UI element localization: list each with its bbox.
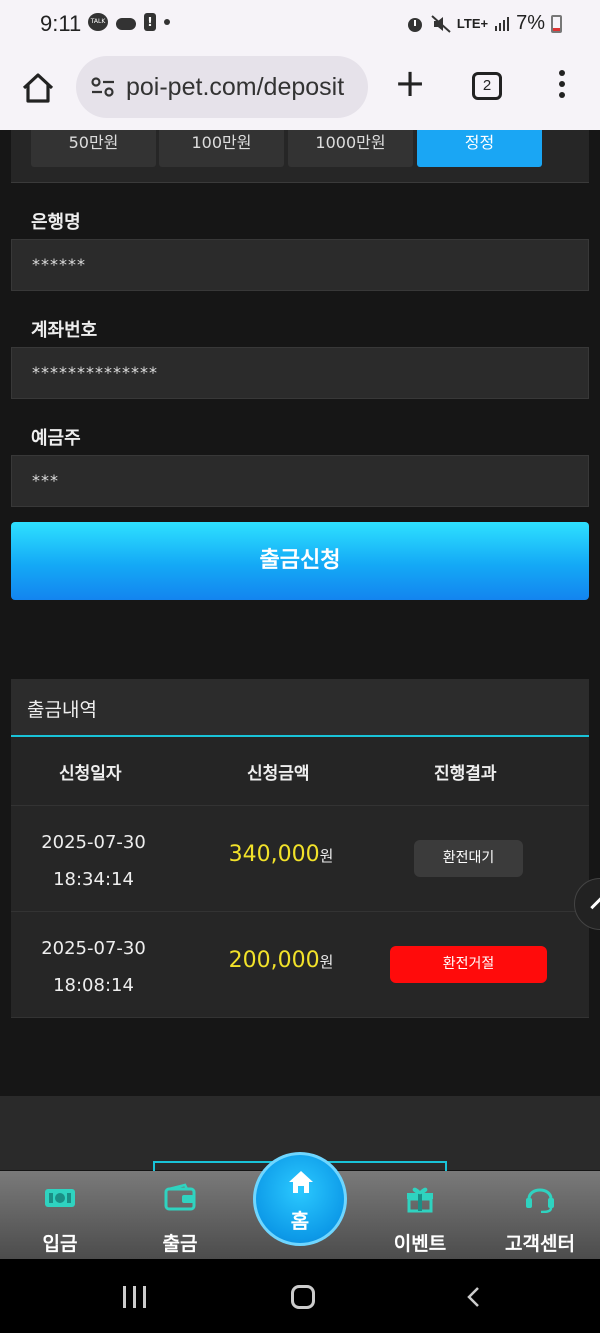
cash-icon — [45, 1189, 75, 1207]
row-amount: 340,000원 — [186, 842, 376, 867]
nav-withdraw-label: 출금 — [162, 1233, 198, 1255]
history-header: 출금내역 — [11, 679, 589, 737]
status-bar: 9:11 TALK ! LTE+ 7% — [0, 0, 600, 52]
holder-label: 예금주 — [31, 428, 81, 449]
header-date: 신청일자 — [59, 764, 122, 784]
system-navigation-bar — [0, 1259, 600, 1333]
tab-switcher-button[interactable]: 2 — [472, 72, 502, 100]
table-row: 2025-07-30 18:08:14 200,000원 환전거절 — [11, 912, 589, 1018]
kakaotalk-icon: TALK — [88, 13, 108, 31]
status-time: 9:11 — [40, 11, 82, 36]
mute-icon — [431, 14, 451, 33]
alert-icon: ! — [144, 13, 156, 31]
row-amount: 200,000원 — [186, 948, 376, 973]
nav-support[interactable]: 고객센터 — [485, 1171, 595, 1259]
status-badge: 환전거절 — [390, 946, 547, 983]
amount-buttons: 50만원 100만원 1000만원 정정 — [11, 130, 589, 183]
row-datetime: 2025-07-30 18:34:14 — [11, 824, 176, 898]
row-time: 18:08:14 — [53, 975, 134, 996]
amount-50-button[interactable]: 50만원 — [31, 130, 156, 167]
nav-deposit[interactable]: 입금 — [5, 1171, 115, 1259]
history-table: 신청일자 신청금액 진행결과 2025-07-30 18:34:14 340,0… — [11, 737, 589, 1018]
browser-menu-icon[interactable] — [558, 70, 566, 102]
gift-icon — [407, 1187, 433, 1213]
battery-icon — [551, 14, 562, 33]
network-type: LTE+ — [456, 16, 489, 31]
address-bar[interactable]: poi-pet.com/deposit — [76, 56, 368, 118]
holder-value: *** — [32, 471, 59, 490]
alarm-icon — [407, 17, 422, 32]
row-datetime: 2025-07-30 18:08:14 — [11, 930, 176, 1004]
header-amount: 신청금액 — [247, 764, 310, 784]
amount-100-button[interactable]: 100만원 — [159, 130, 284, 167]
wallet-icon — [164, 1183, 196, 1211]
signal-icon — [495, 16, 510, 31]
row-amount-value: 200,000 — [228, 948, 320, 973]
row-amount-value: 340,000 — [228, 842, 320, 867]
bank-value: ****** — [32, 255, 86, 274]
nav-support-label: 고객센터 — [505, 1233, 575, 1255]
bank-field[interactable]: ****** — [11, 239, 589, 291]
browser-toolbar: poi-pet.com/deposit + 2 — [0, 52, 600, 130]
history-title: 출금내역 — [27, 699, 97, 721]
account-label: 계좌번호 — [31, 320, 98, 341]
amount-reset-button[interactable]: 정정 — [417, 130, 542, 167]
bank-label: 은행명 — [31, 212, 81, 233]
url-text: poi-pet.com/deposit — [126, 73, 345, 101]
home-icon[interactable] — [20, 70, 56, 106]
amount-1000-button[interactable]: 1000만원 — [288, 130, 413, 167]
nav-home-button[interactable]: 홈 — [253, 1152, 347, 1246]
row-date: 2025-07-30 — [41, 938, 146, 959]
new-tab-button[interactable]: + — [393, 64, 427, 102]
account-field[interactable]: ************** — [11, 347, 589, 399]
nav-home-label: 홈 — [290, 1209, 310, 1233]
nav-event[interactable]: 이벤트 — [365, 1171, 475, 1259]
row-time: 18:34:14 — [53, 869, 134, 890]
nav-withdraw[interactable]: 출금 — [125, 1171, 235, 1259]
recent-apps-icon[interactable] — [123, 1286, 147, 1308]
more-notifications-dot — [164, 19, 170, 25]
battery-percent: 7% — [516, 12, 545, 34]
row-amount-unit: 원 — [319, 847, 334, 865]
withdraw-submit-button[interactable]: 출금신청 — [11, 522, 589, 600]
table-row: 2025-07-30 18:34:14 340,000원 환전대기 — [11, 806, 589, 912]
holder-field[interactable]: *** — [11, 455, 589, 507]
system-home-icon[interactable] — [291, 1285, 315, 1309]
account-value: ************** — [32, 363, 158, 382]
status-badge: 환전대기 — [414, 840, 523, 877]
nav-deposit-label: 입금 — [42, 1233, 78, 1255]
system-indicators: LTE+ 7% — [405, 12, 562, 35]
house-icon — [289, 1171, 313, 1193]
page-content: 50만원 100만원 1000만원 정정 은행명 ****** 계좌번호 ***… — [0, 130, 600, 1170]
headset-icon — [526, 1188, 554, 1213]
row-amount-unit: 원 — [319, 953, 334, 971]
table-header: 신청일자 신청금액 진행결과 — [11, 737, 589, 806]
notification-icons: TALK ! — [88, 13, 170, 31]
header-status: 진행결과 — [434, 764, 497, 784]
cloud-icon — [116, 17, 136, 30]
row-date: 2025-07-30 — [41, 832, 146, 853]
site-settings-icon[interactable] — [90, 76, 116, 98]
nav-event-label: 이벤트 — [393, 1233, 447, 1255]
back-icon[interactable] — [466, 1286, 480, 1308]
